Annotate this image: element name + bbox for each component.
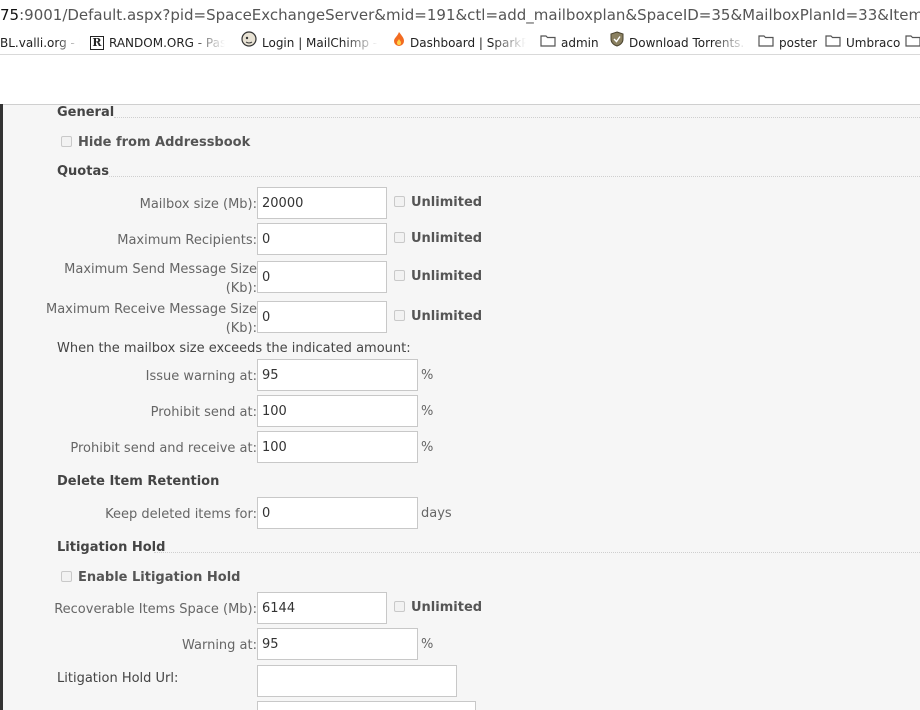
enable-litigation-hold-checkbox[interactable] [61,571,72,582]
max-receive-size-label-line2: (Kb): [225,321,257,336]
unlimited-label: Unlimited [411,195,483,210]
next-input-partial[interactable] [257,701,476,710]
flame-icon [393,31,405,55]
prohibit-send-receive-label: Prohibit send and receive at: [70,441,257,456]
url-path: :9001/Default.aspx?pid=SpaceExchangeServ… [19,6,920,24]
max-send-size-label-line1: Maximum Send Message Size [64,262,257,277]
section-heading-quotas: Quotas [57,164,109,179]
percent-unit: % [421,637,434,652]
folder-icon [758,31,774,55]
hide-from-addressbook-label: Hide from Addressbook [78,135,251,150]
max-receive-size-input[interactable] [257,301,387,333]
enable-litigation-hold-label: Enable Litigation Hold [78,570,241,585]
bookmarks-bar: BL.valli.org - Bla R RANDOM.ORG - Passw L… [0,30,920,55]
keep-deleted-input[interactable] [257,497,418,529]
shield-icon [610,30,624,55]
max-send-size-input[interactable] [257,261,387,293]
bookmark-item[interactable]: BL.valli.org - Bla [0,30,80,54]
r-logo-icon: R [90,35,104,50]
page-header-area [0,55,920,105]
bookmark-folder[interactable]: Umbraco [825,30,905,54]
unlimited-label: Unlimited [411,309,483,324]
recoverable-space-unlimited-checkbox[interactable] [394,601,405,612]
section-divider [109,176,920,177]
prohibit-send-input[interactable] [257,395,418,427]
mailbox-size-input[interactable] [257,187,387,219]
section-heading-retention: Delete Item Retention [57,474,220,489]
unlimited-label: Unlimited [411,269,483,284]
bookmark-label: BL.valli.org - Bla [0,35,80,50]
max-recipients-label: Maximum Recipients: [117,233,257,248]
bookmark-item[interactable]: Download Torrents. Fa [610,30,750,54]
issue-warning-input[interactable] [257,359,418,391]
max-recipients-input[interactable] [257,223,387,255]
mailbox-size-unlimited-checkbox[interactable] [394,196,405,207]
prohibit-send-label: Prohibit send at: [150,405,257,420]
bookmark-folder[interactable]: admin [540,30,610,54]
folder-icon [540,31,556,55]
exceeds-notice: When the mailbox size exceeds the indica… [57,341,411,356]
keep-deleted-label: Keep deleted items for: [105,507,257,522]
litigation-warning-input[interactable] [257,628,418,660]
bookmark-item[interactable]: Dashboard | SparkPos [393,30,530,54]
mailbox-size-label: Mailbox size (Mb): [139,197,257,212]
mailbox-plan-form: General Hide from Addressbook Quotas Mai… [3,105,920,710]
recoverable-space-input[interactable] [257,592,387,624]
percent-unit: % [421,404,434,419]
section-divider [154,552,920,553]
max-send-size-label-line2: (Kb): [225,281,257,296]
bookmark-label: admin [561,35,599,50]
bookmark-label: Umbraco [846,35,901,50]
mailchimp-icon [241,30,257,55]
litigation-hold-url-input[interactable] [257,665,457,697]
section-heading-general: General [57,105,115,120]
bookmark-label: poster [779,35,818,50]
recoverable-space-label: Recoverable Items Space (Mb): [54,602,257,617]
address-bar[interactable]: 75:9001/Default.aspx?pid=SpaceExchangeSe… [0,0,920,30]
litigation-hold-url-label: Litigation Hold Url: [57,671,179,686]
section-divider [114,117,920,118]
bookmark-label: RANDOM.ORG - Passw [109,35,225,50]
unlimited-label: Unlimited [411,231,483,246]
url-host: 75 [0,6,20,24]
max-recipients-unlimited-checkbox[interactable] [394,232,405,243]
percent-unit: % [421,440,434,455]
max-receive-size-unlimited-checkbox[interactable] [394,310,405,321]
folder-icon [905,31,920,55]
prohibit-send-receive-input[interactable] [257,431,418,463]
bookmark-folder[interactable]: poster [758,30,820,54]
max-send-size-unlimited-checkbox[interactable] [394,270,405,281]
days-unit: days [421,506,452,521]
unlimited-label: Unlimited [411,600,483,615]
bookmark-label: Download Torrents. Fa [629,35,747,50]
section-heading-litigation: Litigation Hold [57,540,166,555]
bookmark-item[interactable]: Login | MailChimp - e [241,30,381,54]
bookmark-label: Dashboard | SparkPos [410,35,526,50]
percent-unit: % [421,368,434,383]
max-receive-size-label-line1: Maximum Receive Message Size [45,302,257,317]
bookmark-item[interactable]: R RANDOM.ORG - Passw [90,30,230,54]
bookmark-folder[interactable] [905,30,920,54]
issue-warning-label: Issue warning at: [145,369,257,384]
litigation-warning-label: Warning at: [181,638,257,653]
folder-icon [825,31,841,55]
bookmark-label: Login | MailChimp - e [262,35,378,50]
hide-from-addressbook-checkbox[interactable] [61,136,72,147]
